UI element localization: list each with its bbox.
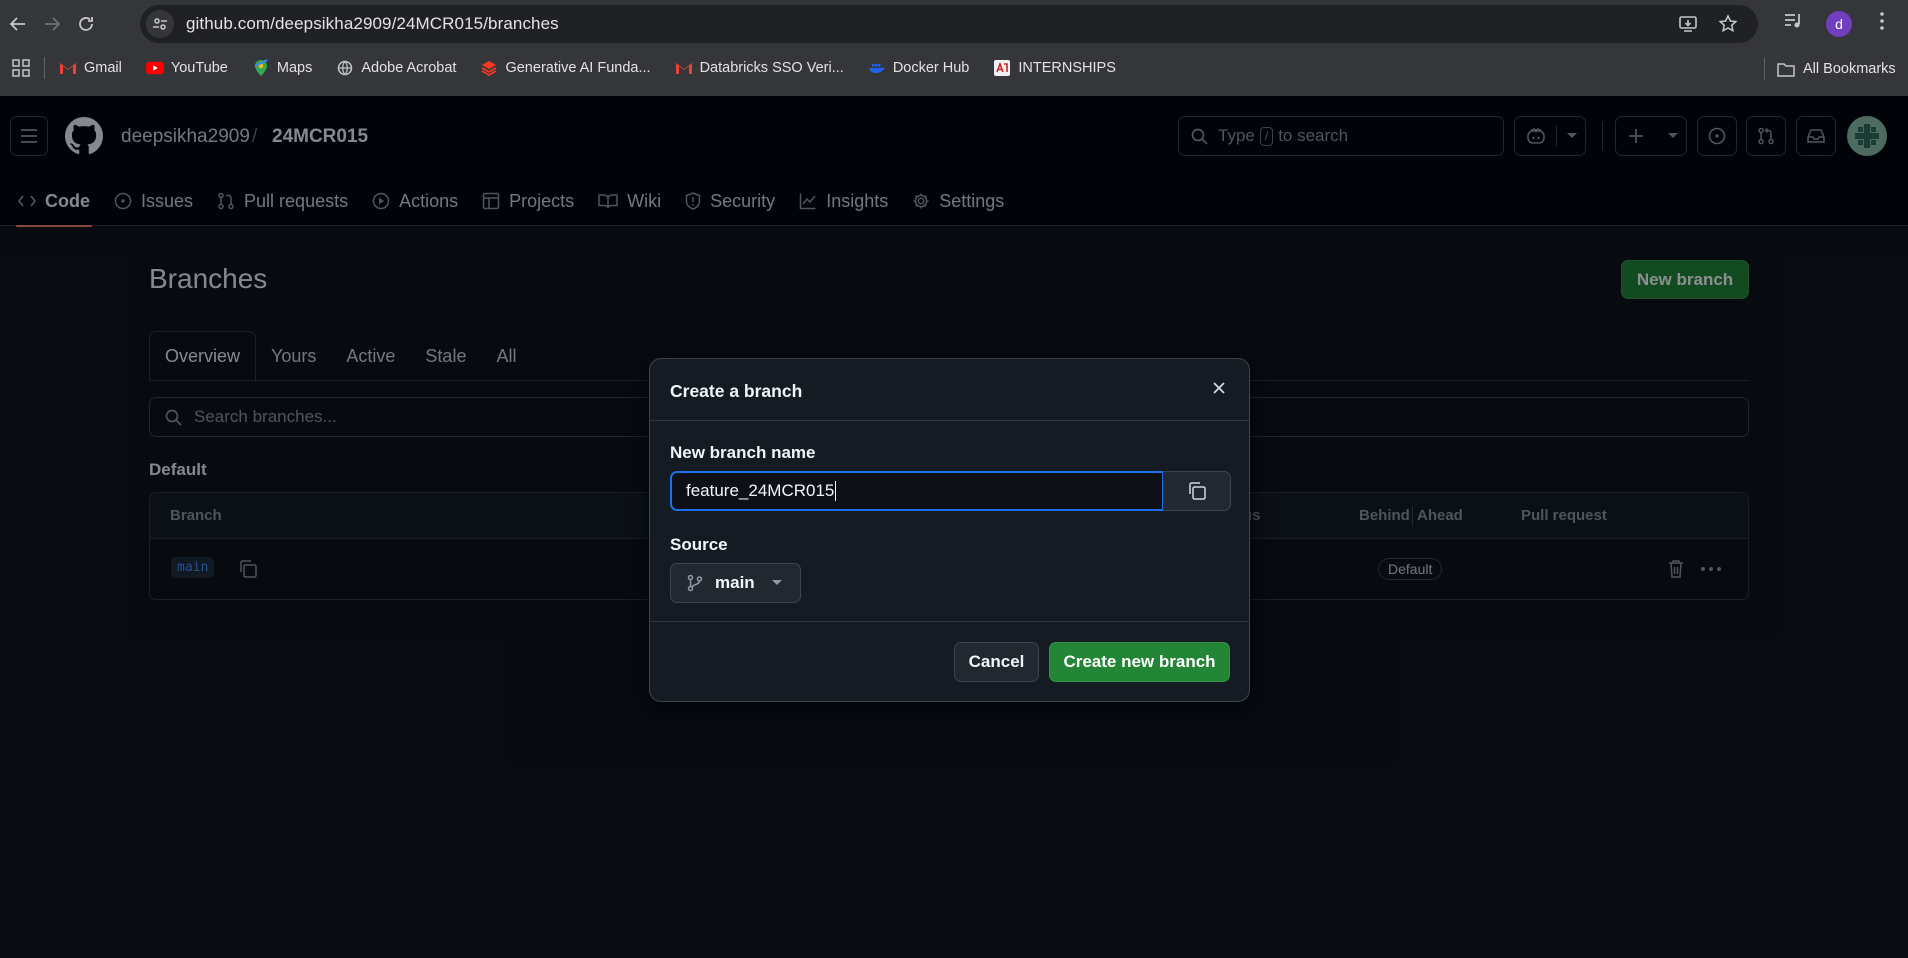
all-bookmarks[interactable]: All Bookmarks (1764, 58, 1896, 80)
copy-icon (1188, 482, 1206, 500)
internships-icon (993, 59, 1011, 77)
bookmark-gmail[interactable]: Gmail (59, 59, 122, 77)
bookmarks-divider (44, 57, 45, 79)
bookmark-generative-ai[interactable]: Generative AI Funda... (480, 59, 651, 77)
bookmark-star-icon[interactable] (1718, 14, 1738, 34)
close-icon[interactable] (1210, 379, 1228, 397)
branch-name-value: feature_24MCR015 (686, 481, 835, 500)
dialog-footer: Cancel Create new branch (650, 621, 1249, 701)
gmail-icon (675, 59, 693, 77)
profile-avatar[interactable]: d (1826, 11, 1852, 37)
reload-icon (79, 17, 93, 31)
back-arrow-icon (9, 17, 25, 31)
media-control-icon[interactable] (1782, 10, 1804, 32)
maps-icon (252, 59, 270, 77)
dialog-header: Create a branch (650, 359, 1249, 421)
text-caret (835, 481, 837, 501)
bookmark-docker-hub[interactable]: Docker Hub (868, 59, 969, 77)
git-branch-icon (687, 574, 703, 592)
cancel-button[interactable]: Cancel (954, 642, 1039, 682)
create-branch-dialog: Create a branch New branch name feature_… (649, 358, 1250, 702)
apps-grid-icon[interactable] (12, 59, 30, 77)
copy-branch-name-button[interactable] (1163, 471, 1231, 511)
source-branch-select[interactable]: main (670, 563, 801, 603)
globe-icon (336, 59, 354, 77)
chevron-down-icon (771, 579, 783, 587)
dialog-title: Create a branch (670, 381, 803, 401)
browser-chrome: github.com/deepsikha2909/24MCR015/branch… (0, 0, 1908, 96)
bookmark-adobe-acrobat[interactable]: Adobe Acrobat (336, 59, 456, 77)
back-button[interactable] (4, 10, 32, 38)
install-app-icon[interactable] (1678, 14, 1698, 34)
create-new-branch-button[interactable]: Create new branch (1049, 642, 1230, 682)
bookmark-maps[interactable]: Maps (252, 59, 312, 77)
bookmark-databricks-sso[interactable]: Databricks SSO Veri... (675, 59, 844, 77)
gmail-icon (59, 59, 77, 77)
branch-name-label: New branch name (670, 443, 816, 462)
address-bar[interactable]: github.com/deepsikha2909/24MCR015/branch… (140, 5, 1758, 43)
source-label: Source (670, 535, 728, 554)
bookmark-internships[interactable]: INTERNSHIPS (993, 59, 1116, 77)
youtube-icon (145, 59, 164, 77)
forward-button[interactable] (38, 10, 66, 38)
folder-icon (1777, 62, 1795, 77)
bookmarks-bar: Gmail YouTube Maps Adobe Acrobat Generat… (0, 48, 1908, 88)
bookmarks-divider (1764, 58, 1765, 80)
reload-button[interactable] (72, 10, 100, 38)
browser-menu-icon[interactable] (1872, 10, 1892, 32)
forward-arrow-icon (45, 17, 61, 31)
site-info-icon[interactable] (146, 10, 174, 38)
bookmark-youtube[interactable]: YouTube (145, 59, 228, 77)
databricks-icon (480, 59, 498, 77)
url-text[interactable]: github.com/deepsikha2909/24MCR015/branch… (186, 14, 559, 34)
branch-name-input[interactable]: feature_24MCR015 (670, 471, 1164, 511)
source-branch-value: main (715, 573, 755, 592)
docker-icon (868, 59, 886, 77)
